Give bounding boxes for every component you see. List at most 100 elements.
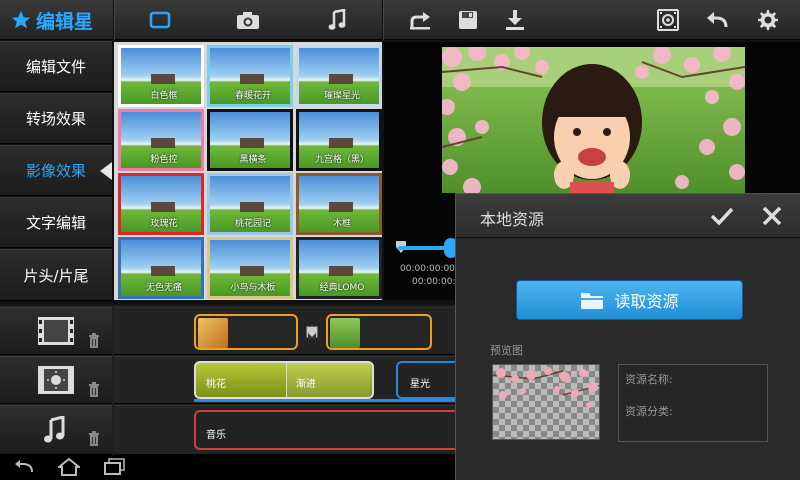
trash-icon[interactable] [88, 430, 100, 446]
download-icon[interactable] [500, 5, 530, 35]
video-clip[interactable] [326, 314, 432, 350]
sidebar-item-transition[interactable]: 转场效果 [0, 93, 112, 144]
effect-thumbnail[interactable]: 木框 [296, 173, 382, 235]
camera-icon[interactable] [233, 5, 263, 35]
sidebar-item-label: 影像效果 [25, 162, 86, 180]
close-icon[interactable] [762, 206, 782, 226]
resource-name-label: 资源名称: [625, 373, 673, 386]
sidebar-item-edit-file[interactable]: 编辑文件 [0, 41, 112, 92]
effect-thumbnail[interactable]: 璀璨星光 [296, 45, 382, 107]
app-title: 编辑星 [36, 10, 94, 33]
effect-label: 九宫格（黑） [314, 155, 369, 165]
clip-thumbnail [330, 318, 360, 348]
effect-thumbnail[interactable]: 桃花园记 [207, 173, 293, 235]
thumbnail-house [151, 138, 175, 148]
effect-label: 璀璨星光 [323, 91, 360, 101]
effect-label: 玫瑰花 [150, 219, 178, 229]
recent-apps-icon[interactable] [104, 458, 126, 476]
sidebar-item-label: 片头/片尾 [23, 266, 89, 285]
effect-thumbnail[interactable]: 粉色控 [118, 109, 204, 171]
effects-grid: 白色框 春暖花开 璀璨星光粉色控 黑横条 九宫格（黑） 玫瑰花 桃花园记 木框无色无痛 小鸟与木… [114, 42, 382, 300]
thumbnail-house [151, 266, 175, 276]
music-note-icon [44, 416, 65, 443]
load-resource-button[interactable]: 读取资源 [516, 280, 743, 320]
settings-film-icon[interactable] [653, 5, 683, 35]
back-nav-icon[interactable] [14, 459, 36, 475]
sidebar-item-intro-outro[interactable]: 片头/片尾 [0, 249, 112, 301]
sidebar-item-text-edit[interactable]: 文字编辑 [0, 197, 112, 248]
dialog-header: 本地资源 [456, 194, 800, 238]
video-track-header [0, 307, 112, 355]
load-resource-label: 读取资源 [614, 292, 679, 311]
thumbnail-house [240, 202, 264, 212]
video-clip[interactable] [194, 314, 298, 350]
gear-icon[interactable] [753, 5, 783, 35]
music-clip[interactable]: 音乐 [194, 410, 458, 450]
thumbnail-house [329, 202, 353, 212]
sidebar-item-label: 文字编辑 [25, 214, 86, 232]
star-icon [11, 10, 31, 29]
active-indicator-arrow [100, 162, 112, 180]
save-icon[interactable] [453, 5, 483, 35]
window-icon[interactable] [145, 5, 175, 35]
effect-track-header [0, 356, 112, 404]
app-logo: 编辑星 [10, 6, 93, 34]
transition-icon[interactable] [306, 326, 318, 341]
film-strip-icon [38, 317, 74, 345]
music-icon[interactable] [323, 5, 353, 35]
effect-label: 黑横条 [239, 155, 267, 165]
thumbnail-house [151, 202, 175, 212]
sidebar-item-image-effect[interactable]: 影像效果 [0, 145, 112, 196]
back-icon[interactable] [703, 5, 733, 35]
effect-thumbnail[interactable]: 春暖花开 [207, 45, 293, 107]
toolbar-divider [382, 0, 383, 40]
preview-photo [442, 47, 745, 193]
effect-thumbnail[interactable]: 无色无痛 [118, 237, 204, 299]
thumbnail-house [329, 266, 353, 276]
clip-label: 音乐 [206, 430, 226, 441]
clip-label: 桃花 [206, 379, 226, 390]
confirm-check-icon[interactable] [710, 206, 734, 226]
effect-label: 粉色控 [150, 155, 178, 165]
thumbnail-house [240, 74, 264, 84]
local-resource-dialog: 本地资源 读取资源 预览图 资源名称: 资源分类: [455, 193, 800, 480]
toolbar-divider [113, 0, 114, 40]
resource-preview-image [492, 364, 600, 440]
thumbnail-house [240, 138, 264, 148]
thumbnail-house [240, 266, 264, 276]
selection-line [194, 399, 455, 402]
resource-info-box: 资源名称: 资源分类: [618, 364, 768, 442]
thumbnail-house [329, 138, 353, 148]
folder-icon [581, 293, 604, 309]
home-icon[interactable] [58, 458, 80, 476]
effect-thumbnail[interactable]: 白色框 [118, 45, 204, 107]
share-icon[interactable] [405, 5, 435, 35]
trash-icon[interactable] [88, 332, 100, 348]
dialog-title: 本地资源 [480, 210, 545, 229]
current-time: 00:00:00:00 [400, 264, 455, 274]
playback-controls: 00:00:00:00 00:00:00:00 [392, 230, 467, 290]
image-effect-icon [38, 366, 74, 394]
effect-thumbnail[interactable]: 经典LOMO [296, 237, 382, 299]
sidebar-item-label: 编辑文件 [25, 58, 86, 76]
effect-label: 木框 [332, 219, 351, 229]
effect-thumbnail[interactable]: 玫瑰花 [118, 173, 204, 235]
effect-label: 春暖花开 [234, 91, 271, 101]
thumbnail-house [329, 74, 353, 84]
effect-label: 经典LOMO [319, 283, 365, 293]
sidebar-item-label: 转场效果 [25, 110, 86, 128]
effect-label: 桃花园记 [234, 219, 271, 229]
effect-thumbnail[interactable]: 小鸟与木板 [207, 237, 293, 299]
trash-icon[interactable] [88, 381, 100, 397]
video-track [114, 307, 455, 355]
text-clip[interactable]: 星光 [396, 361, 456, 399]
music-track-header [0, 405, 112, 455]
clip-label: 星光 [410, 379, 430, 390]
effect-label: 无色无痛 [145, 283, 182, 293]
effect-label: 小鸟与木板 [230, 283, 276, 293]
effect-track: 桃花 渐进 星光 [114, 356, 456, 404]
resource-category-label: 资源分类: [625, 405, 673, 418]
clip-thumbnail [198, 318, 228, 348]
effect-thumbnail[interactable]: 黑横条 [207, 109, 293, 171]
effect-thumbnail[interactable]: 九宫格（黑） [296, 109, 382, 171]
